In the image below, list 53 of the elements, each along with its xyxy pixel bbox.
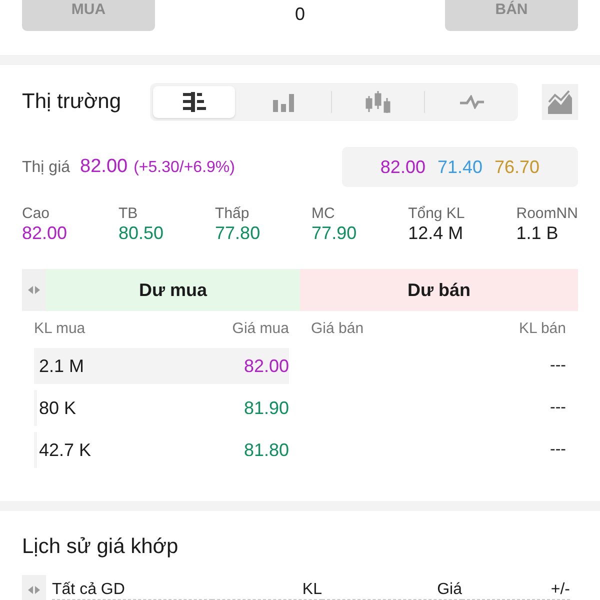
stat-label: MC — [312, 205, 336, 222]
table-cell: --- — [550, 441, 566, 459]
stat-value: 77.90 — [312, 223, 357, 244]
column-header: Giá bán — [310, 320, 365, 336]
line-chart-icon — [458, 95, 485, 109]
table-cell: 81.80 — [244, 440, 289, 460]
stat-value: 82.00 — [22, 223, 68, 244]
reference-price: 71.40 — [437, 156, 483, 178]
order-book-icon — [181, 92, 207, 112]
section-title: Lịch sử giá khớp — [22, 535, 180, 560]
candlestick-icon — [365, 91, 391, 113]
table-cell: 2.1 M — [39, 356, 84, 376]
column-header: KL mua — [34, 320, 86, 336]
sell-side-header: Dư bán — [300, 269, 578, 311]
reference-price: 76.70 — [494, 156, 540, 178]
quantity-value: 0 — [294, 4, 305, 25]
table-cell: 81.90 — [244, 398, 289, 418]
price-change: (+5.30/+6.9%) — [134, 159, 235, 177]
buy-side-header: Dư mua — [46, 269, 300, 311]
stat-value: 1.1 B — [516, 223, 560, 244]
price-label: Thị giá — [22, 159, 70, 177]
table-cell: --- — [550, 357, 566, 375]
expand-toggle[interactable] — [22, 575, 46, 600]
column-header: Giá — [322, 580, 462, 600]
stat-label: Cao — [22, 205, 51, 222]
stat-label: RoomNN — [516, 205, 578, 222]
price-value: 82.00 — [80, 156, 128, 178]
stat-value: 12.4 M — [408, 223, 464, 244]
buy-button[interactable]: MUA — [22, 0, 155, 31]
stat-label: Thấp — [215, 205, 250, 222]
expand-toggle[interactable] — [22, 269, 46, 311]
bar-chart-icon — [272, 92, 296, 112]
column-header: KL bán — [518, 320, 566, 336]
stat-label: TB — [118, 205, 139, 222]
reference-price: 82.00 — [380, 156, 426, 178]
table-cell: 42.7 K — [39, 440, 92, 460]
table-cell: 80 K — [39, 398, 76, 418]
column-header: KL — [212, 580, 322, 600]
stat-label: Tổng KL — [408, 205, 465, 222]
table-cell: 82.00 — [244, 356, 289, 376]
section-title: Thị trường — [22, 90, 122, 114]
left-right-arrows-icon — [28, 286, 40, 294]
view-tab[interactable] — [153, 86, 235, 118]
area-chart-icon — [547, 89, 573, 115]
chart-button[interactable] — [542, 84, 578, 120]
sell-button[interactable]: BÁN — [444, 0, 578, 31]
left-right-arrows-icon — [28, 586, 40, 594]
table-cell: --- — [550, 399, 566, 417]
column-header: Tất cả GD — [52, 580, 212, 600]
column-header: +/- — [462, 580, 570, 600]
column-header: Giá mua — [231, 320, 289, 336]
stat-value: 77.80 — [215, 223, 260, 244]
stat-value: 80.50 — [118, 223, 164, 244]
